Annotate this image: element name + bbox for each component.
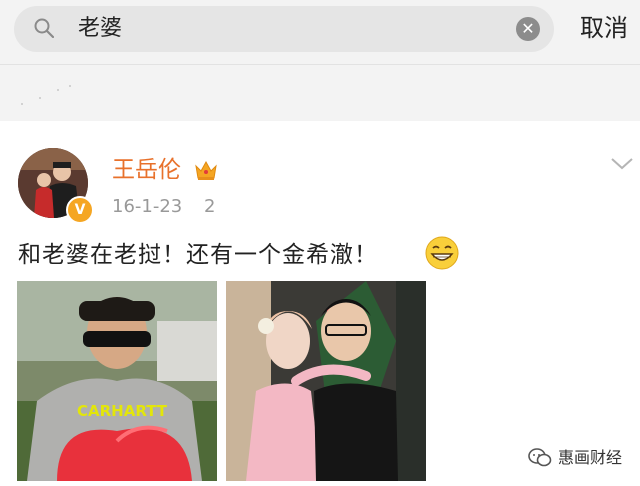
- shirt-print-text: CARHARTT: [77, 402, 168, 420]
- search-icon: [34, 18, 54, 38]
- cancel-button[interactable]: 取消: [580, 10, 628, 46]
- search-bar: 老婆 ✕ 取消: [0, 0, 640, 64]
- watermark-text: 惠画财经: [558, 448, 623, 467]
- verified-badge-icon: V: [66, 196, 94, 224]
- search-input[interactable]: 老婆: [78, 12, 122, 46]
- post-text: 和老婆在老挝！还有一个金希澈！: [18, 242, 378, 268]
- clear-icon[interactable]: ✕: [516, 17, 540, 41]
- post-date: 16-1-23: [112, 196, 183, 217]
- wechat-icon: [528, 448, 552, 467]
- post-photo-2[interactable]: [226, 281, 426, 481]
- crown-icon: [195, 160, 217, 180]
- post-username[interactable]: 王岳伦: [112, 155, 181, 185]
- decorative-dots: [21, 85, 71, 105]
- post-photo-1[interactable]: CARHARTT: [17, 281, 217, 481]
- post-date-extra: 2: [204, 196, 216, 217]
- search-field[interactable]: 老婆 ✕: [14, 6, 554, 52]
- chevron-down-icon[interactable]: [610, 156, 634, 172]
- filter-strip: [0, 64, 640, 121]
- grin-emoji-icon: [425, 236, 459, 270]
